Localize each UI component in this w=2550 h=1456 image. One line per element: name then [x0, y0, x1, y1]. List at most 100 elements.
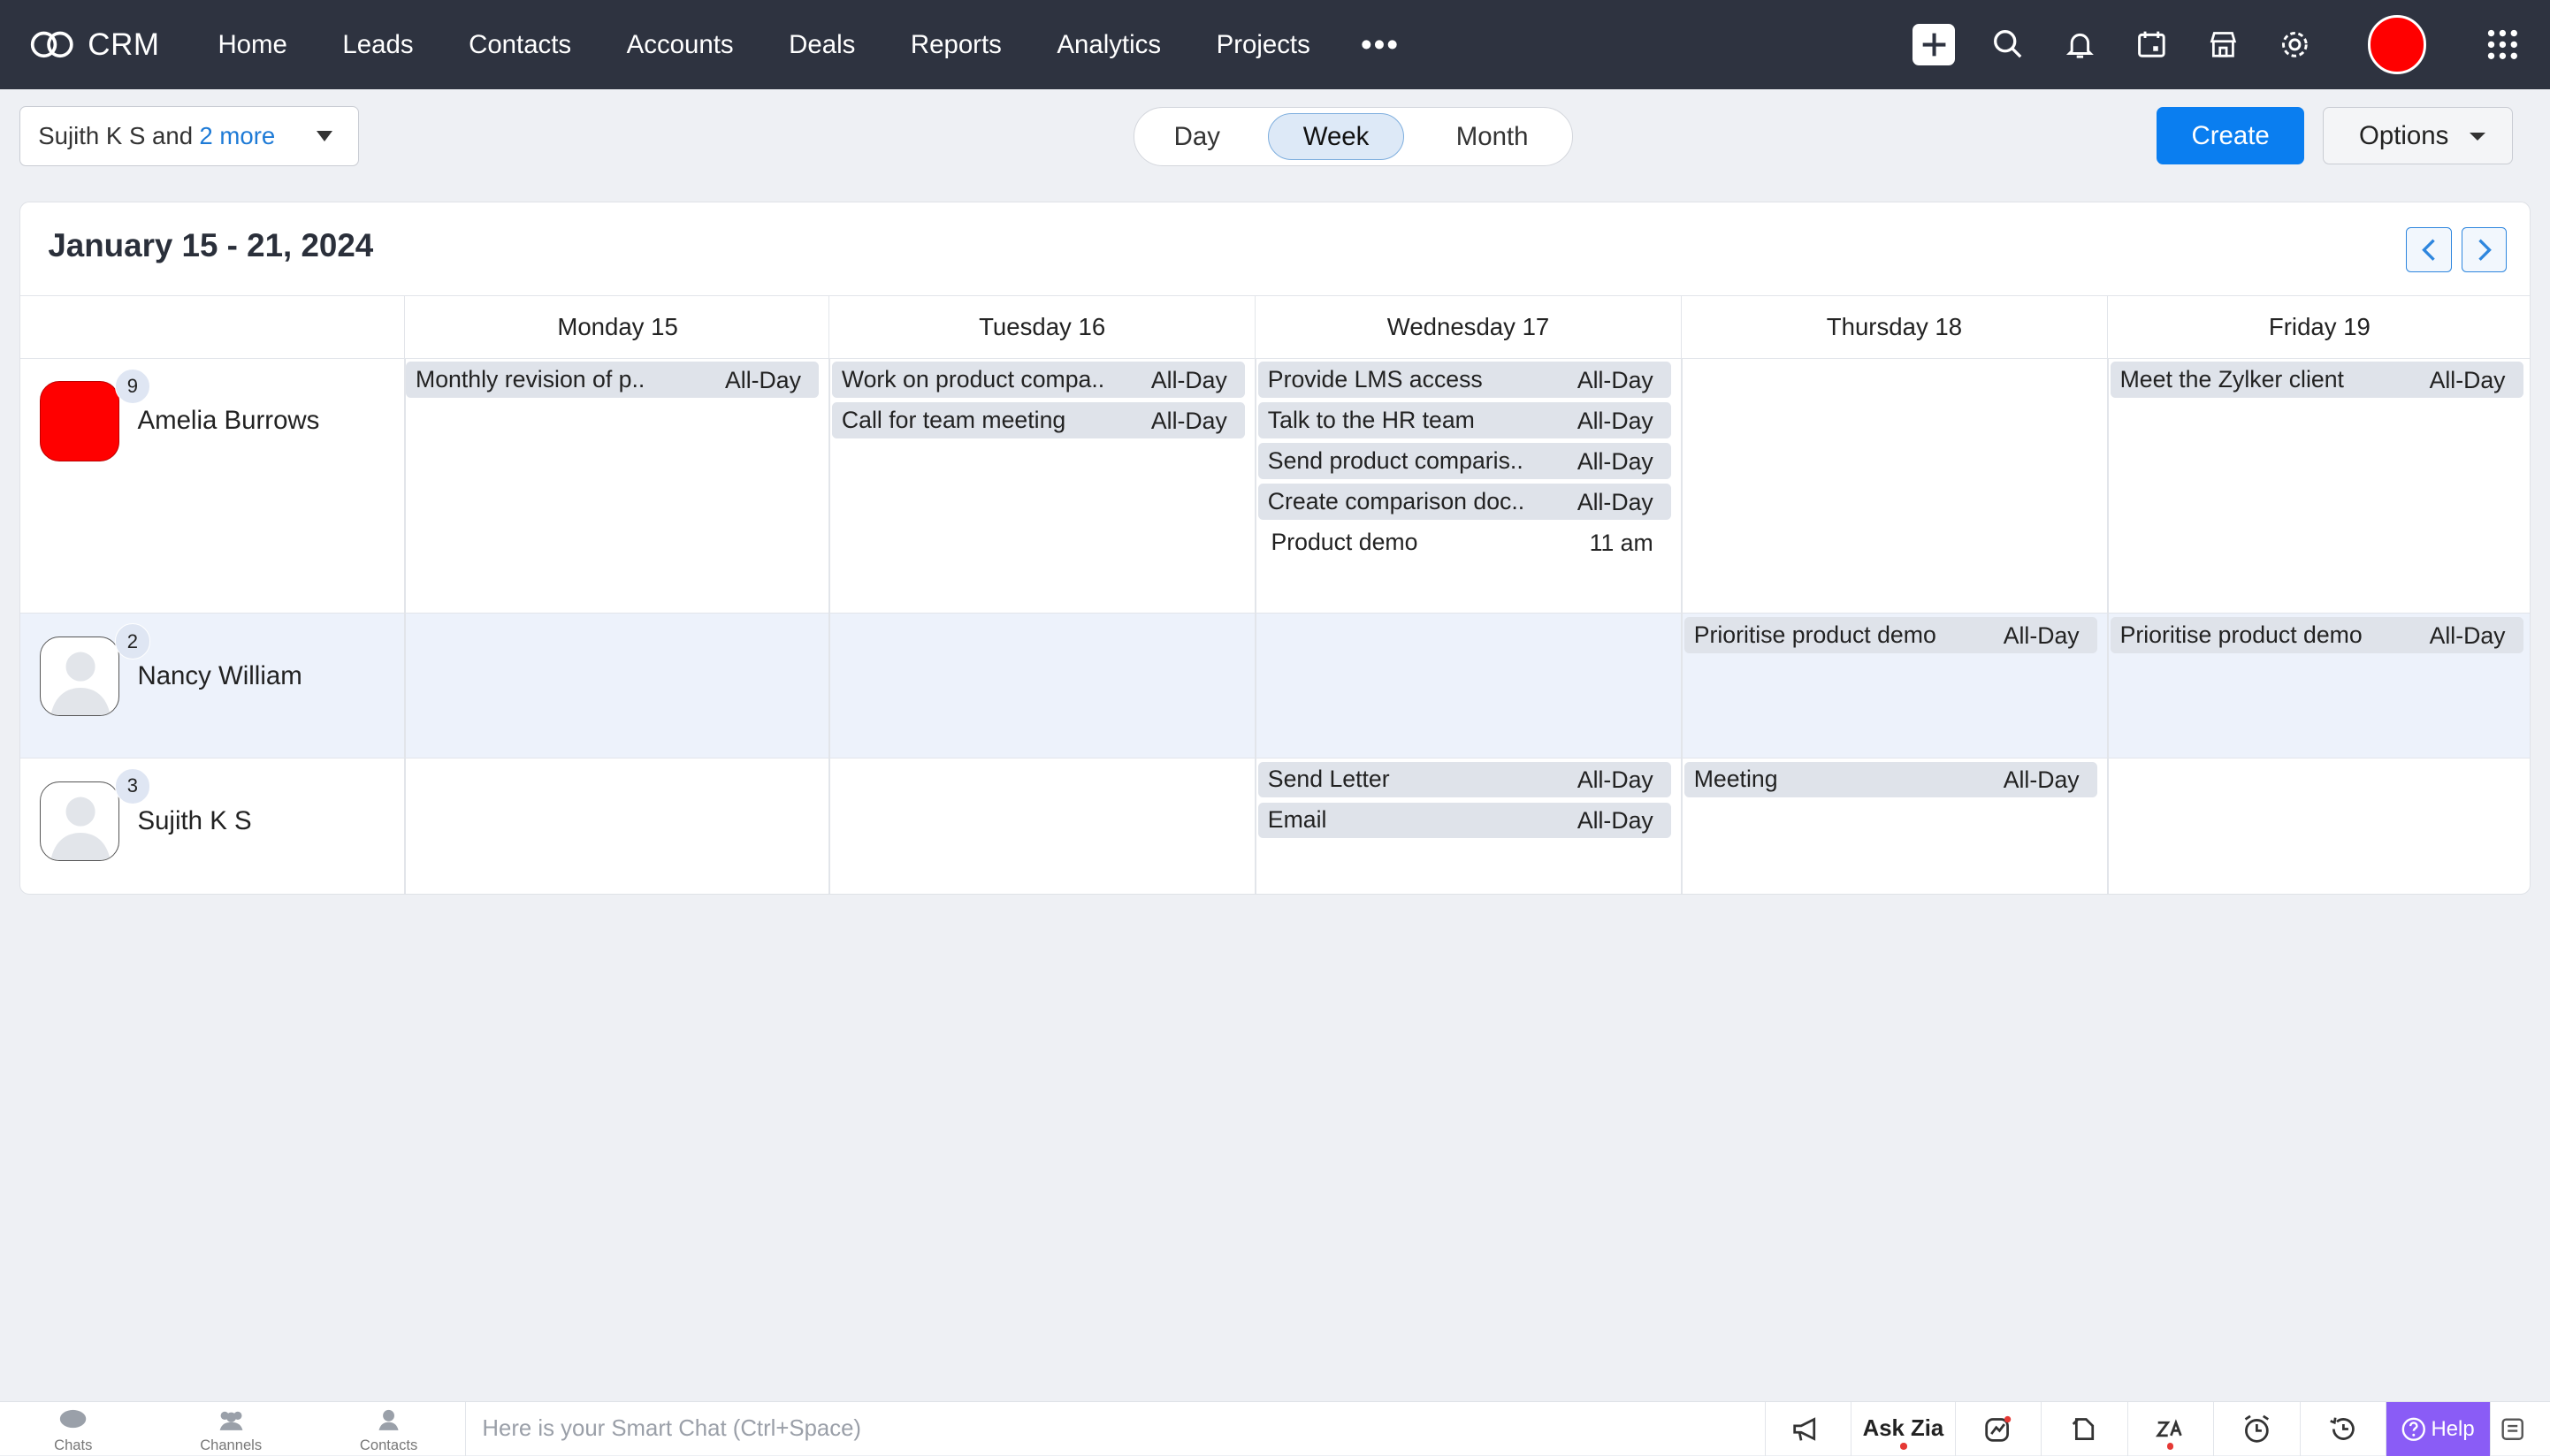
marketplace-icon[interactable] [2205, 27, 2241, 62]
bottom-bar: Chats Channels Contacts Here is your Sma… [0, 1401, 2550, 1456]
smart-chat-input[interactable]: Here is your Smart Chat (Ctrl+Space) [465, 1402, 1763, 1456]
create-button[interactable]: Create [2156, 107, 2305, 164]
calendar-event[interactable]: Product demo 11 am [1258, 524, 1671, 560]
nav-reports[interactable]: Reports [883, 30, 1030, 60]
question-circle-icon [2402, 1417, 2426, 1441]
chevron-left-icon [2422, 239, 2435, 261]
calendar-event[interactable]: Work on product compa.. All-Day [831, 362, 1246, 398]
brand-name: CRM [88, 27, 160, 62]
brand[interactable]: CRM [29, 27, 176, 63]
bell-icon[interactable] [2062, 27, 2097, 62]
user-name: Amelia Burrows [137, 406, 320, 436]
app-grid-icon[interactable] [2485, 27, 2520, 62]
user-filter-dropdown[interactable]: Sujith K S and 2 more [19, 105, 360, 166]
view-week-button[interactable]: Week [1267, 112, 1405, 161]
calendar-event[interactable]: Call for team meeting All-Day [831, 402, 1246, 438]
top-nav: CRM Home Leads Contacts Accounts Deals R… [0, 0, 2550, 90]
options-label: Options [2358, 120, 2449, 150]
user-row-amelia-burrows: 9 Amelia Burrows Monthly revision of p..… [20, 358, 2530, 614]
bottom-tools: Ask Zia Help [1764, 1402, 2536, 1456]
user-filter-more-link[interactable]: 2 more [199, 122, 275, 150]
user-filter-label: Sujith K S and [38, 121, 194, 149]
day-header: Wednesday 17 [1255, 295, 1681, 358]
calendar-event[interactable]: Prioritise product demo All-Day [1683, 617, 2097, 653]
alarm-clock-icon[interactable] [2213, 1402, 2299, 1456]
channels-tab-label: Channels [200, 1436, 263, 1453]
day-header: Monday 15 [404, 295, 830, 358]
avatar[interactable] [40, 637, 120, 717]
event-count-badge: 9 [114, 368, 151, 405]
previous-week-button[interactable] [2406, 226, 2452, 273]
calendar-event[interactable]: Meeting All-Day [1683, 761, 2097, 798]
quick-create-button[interactable] [1912, 23, 1956, 66]
default-person-icon [50, 652, 111, 716]
day-header: Thursday 18 [1680, 295, 2107, 358]
next-week-button[interactable] [2461, 226, 2508, 273]
calendar-event[interactable]: Talk to the HR team All-Day [1257, 402, 1671, 438]
view-day-button[interactable]: Day [1150, 113, 1243, 160]
chat-bubble-icon [60, 1409, 87, 1428]
announcement-icon[interactable] [1764, 1402, 1851, 1456]
user-name: Sujith K S [137, 805, 252, 835]
nav-analytics[interactable]: Analytics [1029, 30, 1188, 60]
view-switcher: Day Week Month [1133, 107, 1573, 166]
nav-contacts[interactable]: Contacts [441, 30, 599, 60]
user-row-nancy-william: 2 Nancy William Prioritise product demo A… [20, 614, 2530, 759]
more-menu-icon[interactable]: ••• [1338, 27, 1423, 64]
ask-zia-label: Ask Zia [1862, 1416, 1944, 1442]
contacts-tab-label: Contacts [359, 1436, 418, 1453]
nav-actions [1912, 0, 2550, 89]
nav-deals[interactable]: Deals [761, 30, 883, 60]
view-month-button[interactable]: Month [1431, 113, 1554, 160]
help-button[interactable]: Help [2386, 1402, 2490, 1456]
date-range-title: January 15 - 21, 2024 [48, 226, 374, 263]
calendar-event[interactable]: Email All-Day [1257, 802, 1671, 839]
nav-projects[interactable]: Projects [1188, 30, 1338, 60]
nav-leads[interactable]: Leads [315, 30, 441, 60]
help-label: Help [2431, 1416, 2475, 1441]
user-cell: 2 Nancy William [40, 623, 302, 717]
calendar-card: January 15 - 21, 2024 Monday 15 Tuesday … [19, 202, 2531, 895]
day-header-row: Monday 15 Tuesday 16 Wednesday 17 Thursd… [20, 294, 2530, 359]
calendar-event[interactable]: Monthly revision of p.. All-Day [405, 362, 820, 398]
nav-items: Home Leads Contacts Accounts Deals Repor… [190, 27, 1423, 64]
event-count-badge: 3 [114, 768, 151, 804]
person-icon [378, 1409, 399, 1430]
calendar-event[interactable]: Send product comparis.. All-Day [1257, 443, 1671, 479]
calendar-event[interactable]: Meet the Zylker client All-Day [2110, 362, 2523, 398]
chevron-right-icon [2477, 239, 2492, 261]
calendar-icon[interactable] [2134, 27, 2169, 62]
user-cell: 9 Amelia Burrows [40, 368, 320, 461]
chats-tab[interactable]: Chats [25, 1409, 122, 1454]
calendar-event[interactable]: Provide LMS access All-Day [1257, 362, 1671, 398]
zia-icon[interactable] [2126, 1402, 2213, 1456]
feedback-icon[interactable] [2489, 1402, 2536, 1456]
history-icon[interactable] [2299, 1402, 2386, 1456]
plus-icon [1922, 33, 1945, 57]
channels-tab[interactable]: Channels [182, 1409, 279, 1454]
contacts-tab[interactable]: Contacts [340, 1409, 437, 1454]
signals-icon[interactable] [1954, 1402, 2041, 1456]
nav-home[interactable]: Home [190, 30, 315, 60]
ask-zia-button[interactable]: Ask Zia [1851, 1402, 1955, 1456]
day-header: Tuesday 16 [828, 295, 1255, 358]
caret-down-icon [2470, 132, 2486, 141]
avatar[interactable] [40, 381, 120, 461]
day-header: Friday 19 [2106, 295, 2530, 358]
options-button[interactable]: Options [2322, 107, 2513, 164]
event-count-badge: 2 [114, 623, 151, 659]
default-person-icon [50, 797, 111, 860]
calendar-event[interactable]: Send Letter All-Day [1257, 761, 1671, 798]
user-name: Nancy William [137, 661, 302, 691]
recent-items-icon[interactable] [2041, 1402, 2126, 1456]
calendar-event[interactable]: Prioritise product demo All-Day [2110, 617, 2523, 653]
nav-accounts[interactable]: Accounts [599, 30, 761, 60]
user-row-sujith-k-s: 3 Sujith K S Send Letter All-Day Email All… [20, 758, 2530, 894]
search-icon[interactable] [1990, 27, 2026, 62]
caret-down-icon [317, 131, 333, 141]
gear-icon[interactable] [2277, 27, 2312, 62]
avatar[interactable] [40, 781, 120, 861]
calendar-event[interactable]: Create comparison doc.. All-Day [1257, 484, 1671, 520]
profile-avatar[interactable] [2368, 15, 2427, 74]
group-icon [219, 1411, 243, 1430]
